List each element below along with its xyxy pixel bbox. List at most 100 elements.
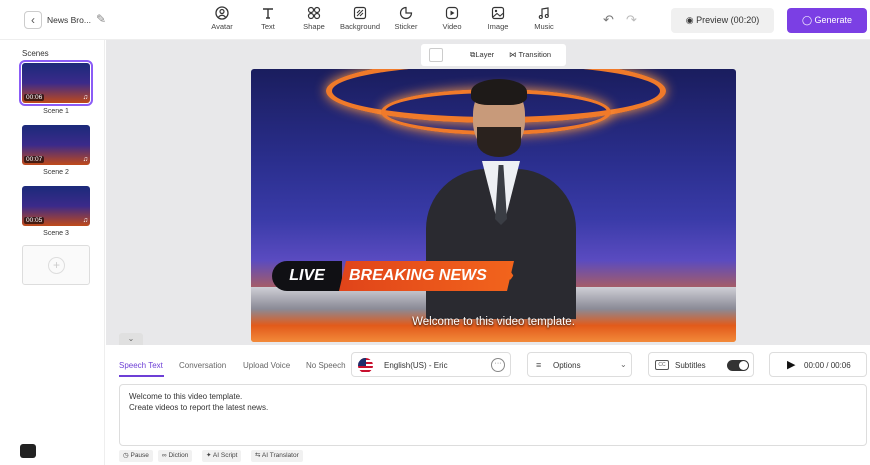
layer-button[interactable]: ⧉Layer — [470, 50, 494, 60]
anchor-beard — [477, 127, 521, 157]
options-dropdown[interactable]: ≡ Options ⌄ — [527, 352, 632, 377]
background-tool-button[interactable]: Background — [338, 6, 382, 31]
music-icon — [538, 7, 549, 20]
preview-button[interactable]: ◉ Preview (00:20) — [671, 8, 774, 33]
layer-label: Layer — [475, 50, 495, 59]
image-icon — [491, 6, 505, 20]
subtitles-toggle[interactable] — [727, 360, 749, 371]
scene-name: Scene 2 — [43, 169, 69, 176]
closed-caption-icon: CC — [655, 360, 669, 370]
speech-line: Welcome to this video template. — [129, 392, 243, 401]
pause-label: Pause — [130, 452, 149, 459]
us-flag-icon — [358, 358, 373, 373]
music-note-icon: ♫ — [82, 94, 88, 101]
preview-label: Preview (00:20) — [696, 15, 760, 25]
generate-button[interactable]: ◯ Generate — [787, 8, 867, 33]
anchor-hair — [471, 79, 527, 105]
scene-duration: 00:07 — [24, 156, 45, 163]
live-tag: LIVE — [272, 261, 342, 291]
link-icon: ∞ — [162, 452, 167, 459]
pause-button[interactable]: ◷ Pause — [119, 450, 153, 462]
subtitles-label: Subtitles — [675, 361, 706, 370]
sticker-tool-label: Sticker — [394, 22, 418, 31]
collapse-panel-button[interactable]: ⌄ — [119, 333, 143, 345]
background-icon — [353, 6, 367, 20]
video-tool-label: Video — [442, 22, 462, 31]
edit-icon[interactable]: ✎ — [96, 12, 106, 26]
active-tab-indicator — [119, 375, 164, 377]
scene-name: Scene 3 — [43, 230, 69, 237]
sticker-icon — [399, 6, 413, 20]
generate-icon: ◯ — [801, 15, 813, 25]
music-tool-label: Music — [534, 22, 554, 31]
chat-icon[interactable] — [20, 444, 36, 458]
subtitles-control: CC Subtitles — [648, 352, 754, 377]
transition-label: Transition — [518, 50, 552, 59]
text-tool-label: Text — [261, 22, 275, 31]
video-caption: Welcome to this video template. — [412, 316, 575, 328]
plus-icon: + — [48, 257, 65, 274]
diction-button[interactable]: ∞ Diction — [158, 450, 193, 462]
ai-translator-button[interactable]: ⇆ AI Translator — [251, 450, 303, 462]
add-scene-button[interactable]: + — [22, 245, 90, 285]
avatar-tool-label: Avatar — [211, 22, 233, 31]
speech-line: Create videos to report the latest news. — [129, 403, 269, 412]
top-toolbar: ‹ News Bro... ✎ Avatar Text Shape Backgr… — [0, 0, 870, 40]
sticker-tool-button[interactable]: Sticker — [384, 6, 428, 31]
redo-icon[interactable]: ↷ — [626, 12, 637, 28]
voice-name: English(US) - Eric — [384, 361, 448, 370]
voice-selector[interactable]: English(US) - Eric ··· — [351, 352, 511, 377]
sparkle-icon: ✦ — [206, 452, 212, 459]
undo-icon[interactable]: ↶ — [603, 12, 614, 28]
text-tool-button[interactable]: Text — [246, 6, 290, 31]
scene-thumbnail-2[interactable]: 00:07 ♫ — [22, 125, 90, 165]
transition-button[interactable]: ⋈ Transition — [509, 50, 551, 59]
shape-icon — [307, 6, 321, 20]
clock-icon: ◷ — [123, 452, 129, 459]
select-checkbox[interactable] — [429, 48, 443, 62]
ai-script-label: AI Script — [212, 452, 238, 459]
back-button[interactable]: ‹ — [24, 11, 42, 29]
shape-tool-label: Shape — [303, 22, 325, 31]
sliders-icon: ≡ — [536, 360, 542, 370]
speech-text-input[interactable]: Welcome to this video template. Create v… — [119, 384, 867, 446]
generate-label: Generate — [814, 15, 853, 25]
tab-upload-voice[interactable]: Upload Voice — [243, 361, 290, 370]
playback-control: ▶ 00:00 / 00:06 — [769, 352, 867, 377]
image-tool-button[interactable]: Image — [476, 6, 520, 31]
text-icon — [263, 8, 273, 19]
video-tool-button[interactable]: Video — [430, 6, 474, 31]
background-tool-label: Background — [339, 22, 381, 31]
scene-thumbnail-1[interactable]: 00:06 ♫ — [19, 60, 93, 106]
avatar-tool-button[interactable]: Avatar — [200, 6, 244, 31]
tab-no-speech[interactable]: No Speech — [306, 361, 346, 370]
translate-icon: ⇆ — [255, 452, 261, 459]
video-icon — [445, 6, 459, 20]
playback-time: 00:00 / 00:06 — [804, 361, 851, 370]
tab-speech-text[interactable]: Speech Text — [119, 361, 163, 370]
video-preview[interactable]: LIVE BREAKING NEWS ››› Welcome to this v… — [251, 69, 736, 342]
shape-tool-button[interactable]: Shape — [292, 6, 336, 31]
music-note-icon: ♫ — [82, 217, 88, 224]
options-label: Options — [553, 361, 581, 370]
transition-icon: ⋈ — [509, 50, 517, 59]
music-tool-button[interactable]: Music — [522, 6, 566, 31]
breaking-news-banner: BREAKING NEWS — [339, 261, 514, 291]
project-title[interactable]: News Bro... — [47, 15, 91, 25]
more-options-icon[interactable]: ··· — [491, 358, 505, 372]
avatar-icon — [215, 6, 229, 20]
chevron-down-icon: ⌄ — [620, 360, 627, 369]
image-tool-label: Image — [487, 22, 509, 31]
scene-thumbnail-3[interactable]: 00:05 ♫ — [22, 186, 90, 226]
scene-duration: 00:05 — [24, 217, 45, 224]
preview-icon: ◉ — [685, 15, 694, 25]
layer-toolbar: ⧉Layer ⋈ Transition — [421, 44, 566, 66]
scene-duration: 00:06 — [24, 94, 45, 101]
tab-conversation[interactable]: Conversation — [179, 361, 226, 370]
scene-name: Scene 1 — [43, 108, 69, 115]
chevrons-icon: ››› — [506, 264, 514, 286]
music-note-icon: ♫ — [82, 156, 88, 163]
ai-script-button[interactable]: ✦ AI Script — [202, 450, 242, 462]
play-icon[interactable]: ▶ — [787, 358, 795, 371]
ai-translator-label: AI Translator — [261, 452, 299, 459]
